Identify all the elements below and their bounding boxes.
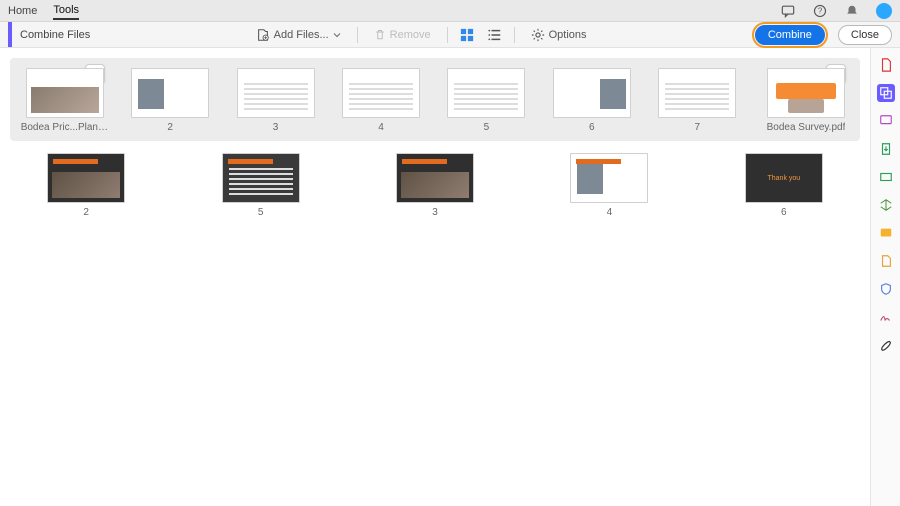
gear-icon [531, 28, 545, 42]
page-thumb [222, 153, 300, 203]
page-number: 3 [273, 122, 279, 133]
right-rail [870, 48, 900, 506]
doc1-pages: ⋯ Bodea Pric...Plans.pptx 2 3 4 5 6 7 [20, 68, 742, 133]
menubar: Home Tools ? [0, 0, 900, 22]
page-thumb [26, 68, 104, 118]
rail-scan-icon[interactable] [877, 168, 895, 186]
page-number: 6 [781, 207, 787, 218]
doc1-label: Bodea Pric...Plans.pptx [21, 122, 109, 133]
trash-icon [374, 29, 386, 41]
rail-sticky-icon[interactable] [877, 224, 895, 242]
list-icon [488, 28, 502, 42]
doc1-page-5[interactable]: 5 [442, 68, 531, 133]
combine-button[interactable]: Combine [755, 25, 825, 45]
avatar[interactable] [876, 3, 892, 19]
add-files-icon [256, 28, 270, 42]
view-list-button[interactable] [486, 26, 504, 44]
rail-combine-icon[interactable] [877, 84, 895, 102]
page-thumb [396, 153, 474, 203]
page-number: 6 [589, 122, 595, 133]
page-number: 5 [258, 207, 264, 218]
doc2[interactable]: ⋯ Bodea Survey.pdf [762, 68, 850, 133]
rail-comment-icon[interactable] [877, 112, 895, 130]
page-number: 4 [607, 207, 613, 218]
page-thumb [570, 153, 648, 203]
add-files-button[interactable]: Add Files... [250, 26, 347, 44]
page-number: 2 [167, 122, 173, 133]
close-button[interactable]: Close [838, 25, 892, 45]
rail-export-icon[interactable] [877, 140, 895, 158]
page-number: 4 [378, 122, 384, 133]
rail-redact-icon[interactable] [877, 336, 895, 354]
page-number: 3 [432, 207, 438, 218]
combine-highlight: Combine [752, 22, 828, 48]
file-group: ⋯ Bodea Pric...Plans.pptx 2 3 4 5 6 7 ⋯ … [10, 58, 860, 141]
remove-label: Remove [390, 29, 431, 41]
doc1-page-1[interactable]: ⋯ Bodea Pric...Plans.pptx [20, 68, 109, 133]
loose-page-c[interactable]: 3 [359, 153, 511, 218]
menu-tools[interactable]: Tools [53, 2, 79, 20]
doc1-page-6[interactable]: 6 [547, 68, 636, 133]
thumbnail-canvas: ⋯ Bodea Pric...Plans.pptx 2 3 4 5 6 7 ⋯ … [0, 48, 870, 506]
menu-home[interactable]: Home [8, 3, 37, 19]
help-icon[interactable]: ? [812, 3, 828, 19]
page-thumb [342, 68, 420, 118]
svg-text:?: ? [818, 6, 823, 15]
page-number: 5 [484, 122, 490, 133]
add-files-label: Add Files... [274, 29, 329, 41]
rail-sign-icon[interactable] [877, 308, 895, 326]
doc2-label: Bodea Survey.pdf [767, 122, 846, 133]
page-number: 7 [694, 122, 700, 133]
doc1-page-2[interactable]: 2 [125, 68, 214, 133]
loose-page-d[interactable]: 4 [533, 153, 685, 218]
bell-icon[interactable] [844, 3, 860, 19]
loose-page-a[interactable]: 2 [10, 153, 162, 218]
options-button[interactable]: Options [525, 26, 593, 44]
page-thumb: Thank you [745, 153, 823, 203]
tool-title: Combine Files [20, 29, 90, 41]
grid-icon [460, 28, 474, 42]
page-thumb [658, 68, 736, 118]
doc1-page-4[interactable]: 4 [336, 68, 425, 133]
page-thumb [237, 68, 315, 118]
page-number: 2 [83, 207, 89, 218]
page-thumb [447, 68, 525, 118]
doc1-page-3[interactable]: 3 [231, 68, 320, 133]
rail-share-icon[interactable] [877, 252, 895, 270]
page-thumb [131, 68, 209, 118]
remove-button: Remove [368, 27, 437, 43]
page-thumb [767, 68, 845, 118]
rail-protect-icon[interactable] [877, 280, 895, 298]
loose-page-e[interactable]: Thank you 6 [708, 153, 860, 218]
rail-create-pdf-icon[interactable] [877, 56, 895, 74]
page-thumb [47, 153, 125, 203]
view-grid-button[interactable] [458, 26, 476, 44]
page-thumb [553, 68, 631, 118]
doc1-page-7[interactable]: 7 [653, 68, 742, 133]
loose-page-b[interactable]: 5 [184, 153, 336, 218]
chevron-down-icon [333, 31, 341, 39]
toolbar: Combine Files Add Files... Remove [0, 22, 900, 48]
options-label: Options [549, 29, 587, 41]
loose-pages-row: 2 5 3 4 Thank you 6 [10, 153, 860, 218]
comment-icon[interactable] [780, 3, 796, 19]
rail-organize-icon[interactable] [877, 196, 895, 214]
